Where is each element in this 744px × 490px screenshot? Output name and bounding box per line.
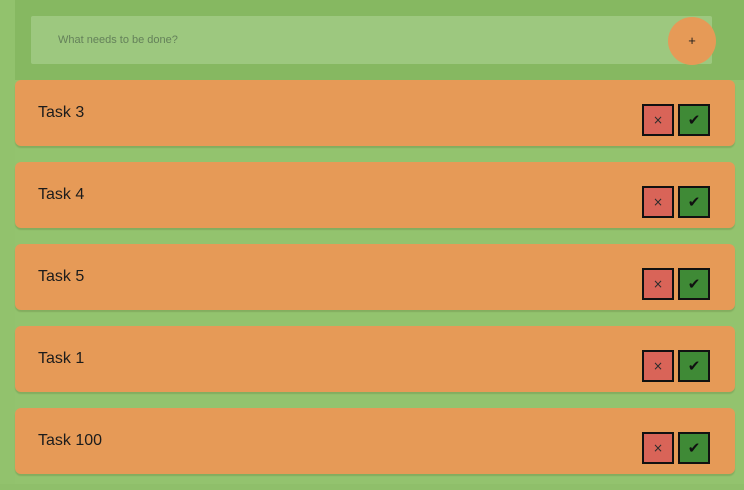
task-title: Task 1 — [38, 350, 85, 367]
todo-app: + Task 3 × ✔ Task 4 × ✔ Task 5 × ✔ Task … — [0, 0, 744, 484]
complete-task-button[interactable]: ✔ — [678, 104, 710, 136]
task-title: Task 4 — [38, 186, 85, 203]
complete-task-button[interactable]: ✔ — [678, 350, 710, 382]
task-actions: × ✔ — [642, 268, 710, 300]
task-title: Task 5 — [38, 268, 85, 285]
task-list: Task 3 × ✔ Task 4 × ✔ Task 5 × ✔ Task 1 … — [15, 80, 735, 490]
add-task-button[interactable]: + — [668, 17, 716, 65]
task-card: Task 1 × ✔ — [15, 326, 735, 392]
complete-task-button[interactable]: ✔ — [678, 268, 710, 300]
task-actions: × ✔ — [642, 104, 710, 136]
delete-task-button[interactable]: × — [642, 186, 674, 218]
delete-task-button[interactable]: × — [642, 268, 674, 300]
new-task-input[interactable] — [31, 16, 651, 64]
task-card: Task 100 × ✔ — [15, 408, 735, 474]
new-task-bar — [31, 16, 712, 64]
task-card: Task 5 × ✔ — [15, 244, 735, 310]
delete-task-button[interactable]: × — [642, 350, 674, 382]
task-actions: × ✔ — [642, 350, 710, 382]
delete-task-button[interactable]: × — [642, 432, 674, 464]
complete-task-button[interactable]: ✔ — [678, 432, 710, 464]
task-card: Task 3 × ✔ — [15, 80, 735, 146]
task-actions: × ✔ — [642, 432, 710, 464]
task-card: Task 4 × ✔ — [15, 162, 735, 228]
complete-task-button[interactable]: ✔ — [678, 186, 710, 218]
task-title: Task 100 — [38, 432, 103, 449]
delete-task-button[interactable]: × — [642, 104, 674, 136]
left-background-strip — [0, 0, 15, 484]
task-actions: × ✔ — [642, 186, 710, 218]
task-title: Task 3 — [38, 104, 85, 121]
